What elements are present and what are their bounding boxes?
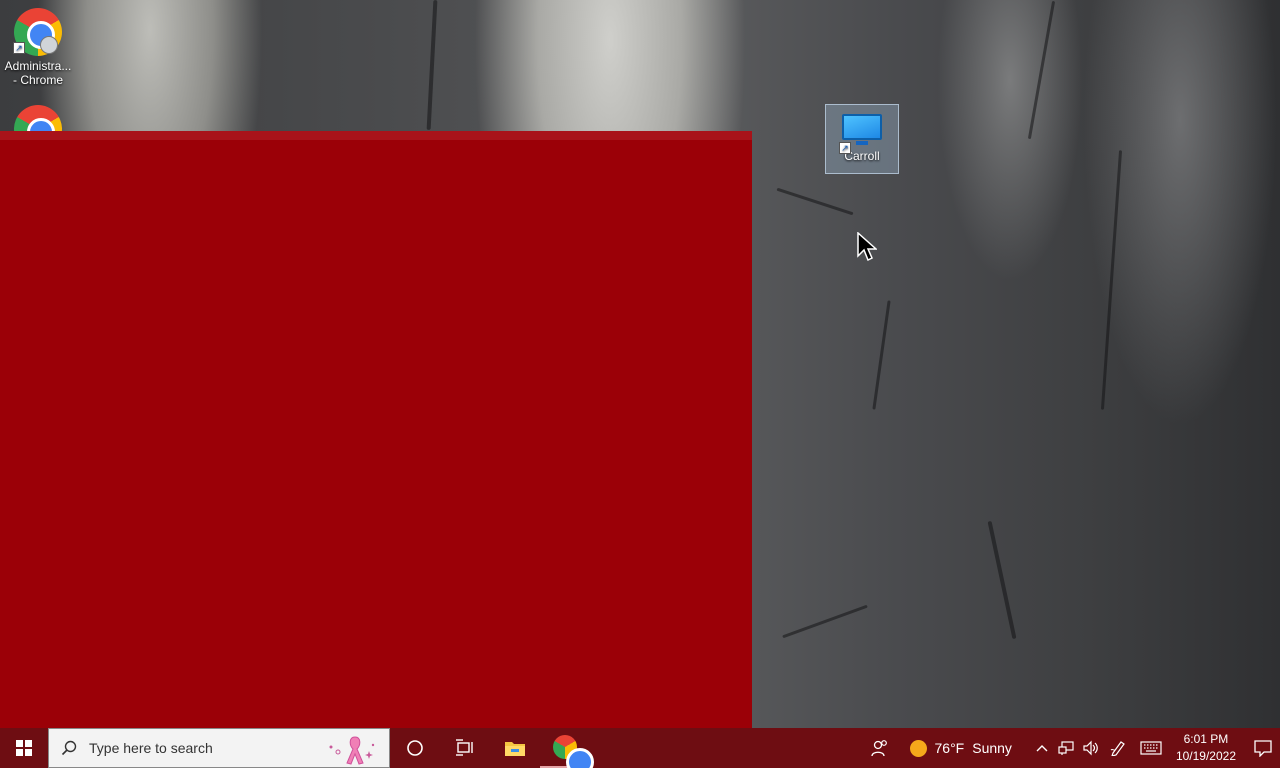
pink-ribbon-icon bbox=[329, 736, 375, 765]
wallpaper-detail bbox=[872, 300, 891, 410]
start-button[interactable] bbox=[0, 728, 48, 768]
wallpaper-detail bbox=[1100, 150, 1123, 410]
keyboard-icon bbox=[1140, 741, 1162, 755]
people-button[interactable] bbox=[860, 728, 900, 768]
taskbar: Type here to search 76°F Sunny 6:01 PM 1… bbox=[0, 728, 1280, 768]
wallpaper-detail bbox=[776, 187, 854, 216]
clock-time: 6:01 PM bbox=[1183, 732, 1229, 746]
user-badge-icon bbox=[40, 36, 58, 54]
task-view-button[interactable] bbox=[440, 728, 490, 768]
clock[interactable]: 6:01 PM 10/19/2022 bbox=[1168, 731, 1246, 765]
chrome-taskbar-button[interactable] bbox=[540, 728, 594, 768]
search-placeholder: Type here to search bbox=[89, 740, 213, 756]
file-explorer-button[interactable] bbox=[490, 728, 540, 768]
cortana-button[interactable] bbox=[390, 728, 440, 768]
task-view-icon bbox=[456, 739, 473, 756]
show-hidden-icons-button[interactable] bbox=[1030, 728, 1054, 768]
clock-date: 10/19/2022 bbox=[1175, 749, 1236, 763]
red-window[interactable] bbox=[0, 131, 752, 728]
wallpaper-detail bbox=[426, 0, 438, 131]
pen-workspace-button[interactable] bbox=[1102, 728, 1134, 768]
desktop-icon-label: Carroll bbox=[844, 149, 880, 163]
shortcut-arrow-icon: ↗ bbox=[839, 142, 851, 154]
network-icon bbox=[1058, 741, 1074, 755]
file-explorer-icon bbox=[505, 742, 525, 756]
desktop-icon-carroll[interactable]: ↗ Carroll bbox=[825, 104, 899, 174]
desktop-icon-label-line: - Chrome bbox=[12, 73, 63, 87]
chrome-icon bbox=[553, 735, 594, 768]
desktop-icon-label-line: Administra... bbox=[4, 59, 72, 73]
system-tray: 76°F Sunny 6:01 PM 10/19/2022 bbox=[860, 728, 1280, 768]
weather-temperature: 76°F bbox=[934, 740, 965, 756]
windows-icon bbox=[16, 740, 32, 756]
desktop-icon-admin-chrome[interactable]: ↗ Administra... - Chrome bbox=[0, 8, 76, 87]
shortcut-arrow-icon: ↗ bbox=[13, 42, 25, 54]
pen-icon bbox=[1110, 741, 1125, 756]
weather-condition: Sunny bbox=[972, 740, 1012, 756]
chevron-up-icon bbox=[1036, 745, 1048, 752]
volume-button[interactable] bbox=[1078, 728, 1102, 768]
notification-icon bbox=[1254, 740, 1272, 757]
touch-keyboard-button[interactable] bbox=[1134, 728, 1168, 768]
mouse-cursor-icon bbox=[857, 232, 877, 262]
volume-icon bbox=[1083, 740, 1098, 756]
search-box[interactable]: Type here to search bbox=[48, 728, 390, 768]
desktop-icon-label: Administra... - Chrome bbox=[0, 59, 76, 87]
search-icon bbox=[49, 728, 89, 768]
wallpaper-detail bbox=[782, 604, 868, 639]
weather-widget[interactable]: 76°F Sunny bbox=[900, 728, 1030, 768]
wallpaper-detail bbox=[987, 520, 1017, 640]
wallpaper-detail bbox=[1027, 0, 1056, 140]
action-center-button[interactable] bbox=[1246, 728, 1280, 768]
people-icon bbox=[870, 740, 887, 757]
sun-icon bbox=[909, 739, 927, 757]
monitor-icon bbox=[842, 114, 882, 145]
network-button[interactable] bbox=[1054, 728, 1078, 768]
cortana-icon bbox=[407, 740, 423, 756]
